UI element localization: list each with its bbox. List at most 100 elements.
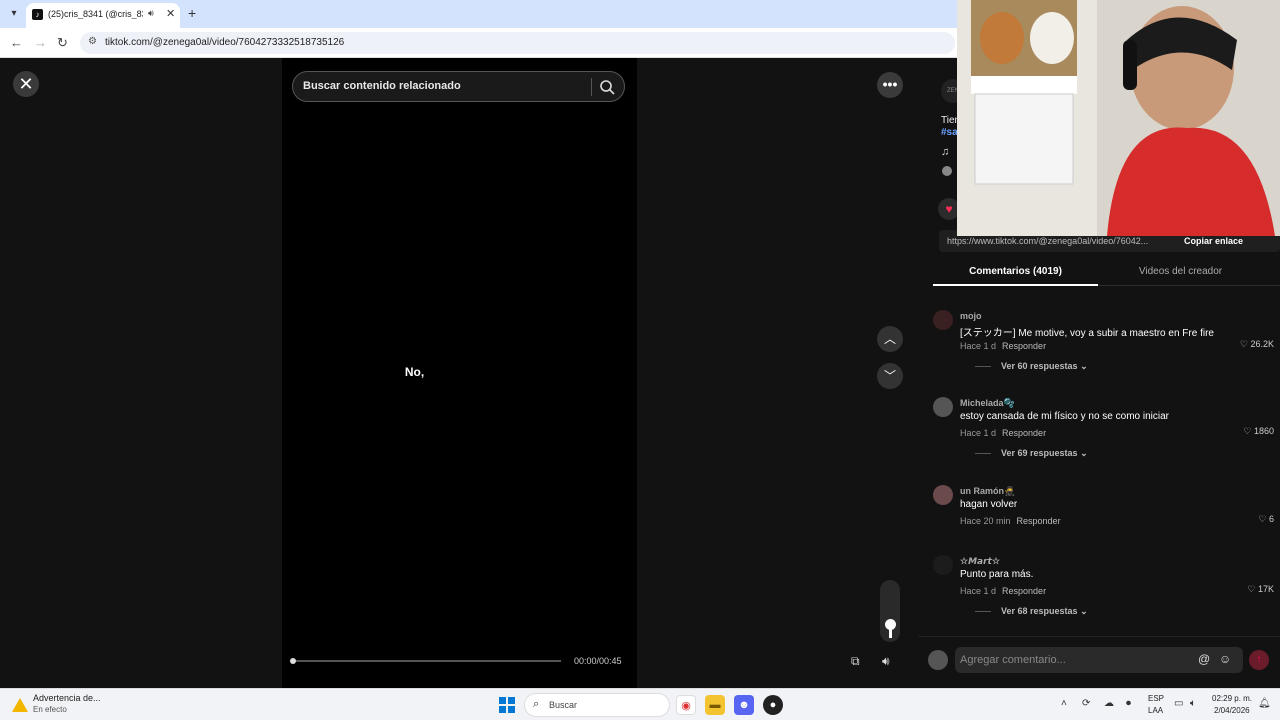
sync-icon[interactable]: ⟳ bbox=[1082, 698, 1090, 709]
volume-handle[interactable] bbox=[885, 619, 896, 630]
music-note-icon[interactable]: ♫ bbox=[941, 146, 949, 158]
tab-comments[interactable]: Comentarios (4019) bbox=[933, 258, 1098, 286]
back-icon[interactable]: ← bbox=[10, 35, 23, 50]
speaker-icon[interactable]: 🔊︎ bbox=[148, 8, 154, 19]
comment-text: hagan volver bbox=[960, 499, 1018, 510]
comment-time: Hace 1 d bbox=[960, 341, 997, 351]
tiktok-favicon-icon: ♪ bbox=[32, 9, 43, 20]
language-code[interactable]: ESP bbox=[1148, 694, 1164, 703]
view-replies-button[interactable]: Ver 68 respuestas ⌄ bbox=[975, 606, 1088, 617]
copy-link-button[interactable]: Copiar enlace bbox=[1184, 236, 1243, 246]
heart-outline-icon: ♡ bbox=[1258, 514, 1269, 524]
avatar[interactable] bbox=[933, 485, 953, 505]
like-count[interactable]: ♡ 26.2K bbox=[1240, 339, 1274, 350]
browser-tab[interactable]: ♪ (25)cris_8341 (@cris_8341) 🔊︎ ✕ bbox=[26, 3, 180, 28]
view-replies-button[interactable]: Ver 69 respuestas ⌄ bbox=[975, 448, 1088, 459]
clock-time[interactable]: 02:29 p. m. bbox=[1212, 694, 1252, 703]
tab-search-icon[interactable]: ▾ bbox=[6, 6, 22, 22]
reply-button[interactable]: Responder bbox=[1002, 341, 1046, 351]
taskbar: Advertencia de... En efecto ⌕ Buscar ◉ ▬… bbox=[0, 688, 1280, 720]
network-icon[interactable]: ▭ bbox=[1174, 698, 1183, 709]
comment-meta: Hace 1 d Responder bbox=[960, 341, 1046, 351]
reload-icon[interactable]: ↻ bbox=[57, 35, 68, 51]
comment-text: Punto para más. bbox=[960, 569, 1034, 580]
replies-label: Ver 68 respuestas bbox=[1001, 606, 1078, 616]
comment-meta: Hace 20 min Responder bbox=[960, 516, 1061, 526]
like-count[interactable]: ♡ 1860 bbox=[1243, 426, 1274, 437]
volume-icon[interactable]: 🔊︎ bbox=[882, 654, 890, 669]
volume-icon[interactable]: 🔈︎ bbox=[1190, 698, 1196, 709]
heart-outline-icon: ♡ bbox=[1239, 339, 1251, 349]
webcam-overlay bbox=[957, 0, 1280, 236]
webcam-image bbox=[957, 0, 1280, 236]
avatar[interactable] bbox=[933, 310, 953, 330]
more-options-icon[interactable]: ••• bbox=[877, 72, 903, 98]
likes-value: 17K bbox=[1257, 584, 1274, 594]
comment-user[interactable]: un Ramón🥷 bbox=[960, 486, 1015, 497]
warning-icon[interactable] bbox=[12, 698, 28, 712]
comment-time: Hace 20 min bbox=[960, 516, 1011, 526]
onedrive-icon[interactable]: ☁ bbox=[1104, 698, 1114, 709]
heart-outline-icon: ♡ bbox=[1243, 426, 1254, 436]
divider bbox=[591, 78, 592, 96]
emoji-icon[interactable]: ☺ bbox=[1219, 652, 1231, 666]
post-hashtag[interactable]: #sa bbox=[941, 127, 958, 138]
likes-value: 1860 bbox=[1253, 426, 1274, 436]
discord-icon[interactable]: ☻ bbox=[734, 695, 754, 715]
reply-button[interactable]: Responder bbox=[1002, 586, 1046, 596]
chevron-up-icon[interactable]: ˄ bbox=[1061, 698, 1067, 709]
mention-icon[interactable]: @ bbox=[1198, 652, 1210, 666]
keyboard-layout[interactable]: LAA bbox=[1148, 706, 1163, 715]
new-tab-button[interactable]: + bbox=[188, 5, 196, 21]
replies-label: Ver 60 respuestas bbox=[1001, 361, 1078, 371]
tab-creator-videos[interactable]: Videos del creador bbox=[1098, 258, 1263, 286]
comment-time: Hace 1 d bbox=[960, 428, 997, 438]
search-icon[interactable] bbox=[598, 78, 616, 96]
send-icon[interactable]: ↑ bbox=[1249, 650, 1269, 670]
progress-handle[interactable] bbox=[290, 658, 296, 664]
like-count[interactable]: ♡ 17K bbox=[1247, 584, 1274, 595]
comment-user[interactable]: mojo bbox=[960, 311, 982, 321]
comment-meta: Hace 1 d Responder bbox=[960, 428, 1046, 438]
view-replies-button[interactable]: Ver 60 respuestas ⌄ bbox=[975, 361, 1088, 372]
comment-composer: Agregar comentario... @ ☺ ↑ bbox=[918, 636, 1280, 688]
reply-button[interactable]: Responder bbox=[1017, 516, 1061, 526]
screen: ▾ ♪ (25)cris_8341 (@cris_8341) 🔊︎ ✕ + ← … bbox=[0, 0, 1280, 720]
panel-tabs: Comentarios (4019) Videos del creador bbox=[933, 258, 1280, 286]
taskbar-search[interactable]: ⌕ Buscar bbox=[524, 693, 670, 717]
site-info-icon[interactable]: ⚙︎ bbox=[88, 36, 97, 47]
related-search-input[interactable]: Buscar contenido relacionado bbox=[292, 71, 625, 102]
video-viewer: ✕ Buscar contenido relacionado No, 00:00… bbox=[0, 58, 918, 688]
obs-icon[interactable]: ● bbox=[763, 695, 783, 715]
avatar[interactable] bbox=[933, 397, 953, 417]
comment-user[interactable]: Michelada🫧 bbox=[960, 398, 1015, 409]
video-link: https://www.tiktok.com/@zenega0al/video/… bbox=[947, 236, 1149, 246]
likes-value: 26.2K bbox=[1250, 339, 1274, 349]
chrome-icon[interactable]: ◉ bbox=[676, 695, 696, 715]
comment-user[interactable]: ☆𝙈𝙖𝙧𝙩☆ bbox=[960, 556, 1000, 567]
notification-icon[interactable]: 🔔︎ bbox=[1258, 698, 1271, 709]
picture-in-picture-icon[interactable]: ⧉ bbox=[851, 654, 860, 669]
forward-icon[interactable]: → bbox=[34, 35, 47, 50]
comment-placeholder: Agregar comentario... bbox=[960, 654, 1066, 666]
file-explorer-icon[interactable]: ▬ bbox=[705, 695, 725, 715]
chevron-up-icon[interactable]: ︿ bbox=[877, 326, 903, 352]
chevron-down-icon[interactable]: ﹀ bbox=[877, 363, 903, 389]
like-count[interactable]: ♡ 6 bbox=[1258, 514, 1274, 525]
video-player[interactable]: Buscar contenido relacionado No, 00:00/0… bbox=[282, 58, 637, 688]
windows-start-icon[interactable] bbox=[499, 697, 515, 713]
microphone-icon[interactable]: ⏺ bbox=[1126, 698, 1131, 709]
avatar bbox=[928, 650, 948, 670]
tab-close-icon[interactable]: ✕ bbox=[166, 7, 175, 20]
close-icon[interactable]: ✕ bbox=[13, 71, 39, 97]
replies-label: Ver 69 respuestas bbox=[1001, 448, 1078, 458]
warning-title[interactable]: Advertencia de... bbox=[33, 693, 101, 703]
video-time: 00:00/00:45 bbox=[574, 656, 622, 666]
clock-date[interactable]: 2/04/2026 bbox=[1214, 706, 1250, 715]
url-input[interactable]: ⚙︎ tiktok.com/@zenega0al/video/760427333… bbox=[80, 32, 955, 54]
reply-button[interactable]: Responder bbox=[1002, 428, 1046, 438]
comment-input[interactable]: Agregar comentario... @ ☺ bbox=[955, 647, 1243, 673]
progress-bar[interactable] bbox=[292, 660, 561, 662]
search-placeholder: Buscar contenido relacionado bbox=[303, 80, 461, 92]
avatar[interactable] bbox=[933, 555, 953, 575]
